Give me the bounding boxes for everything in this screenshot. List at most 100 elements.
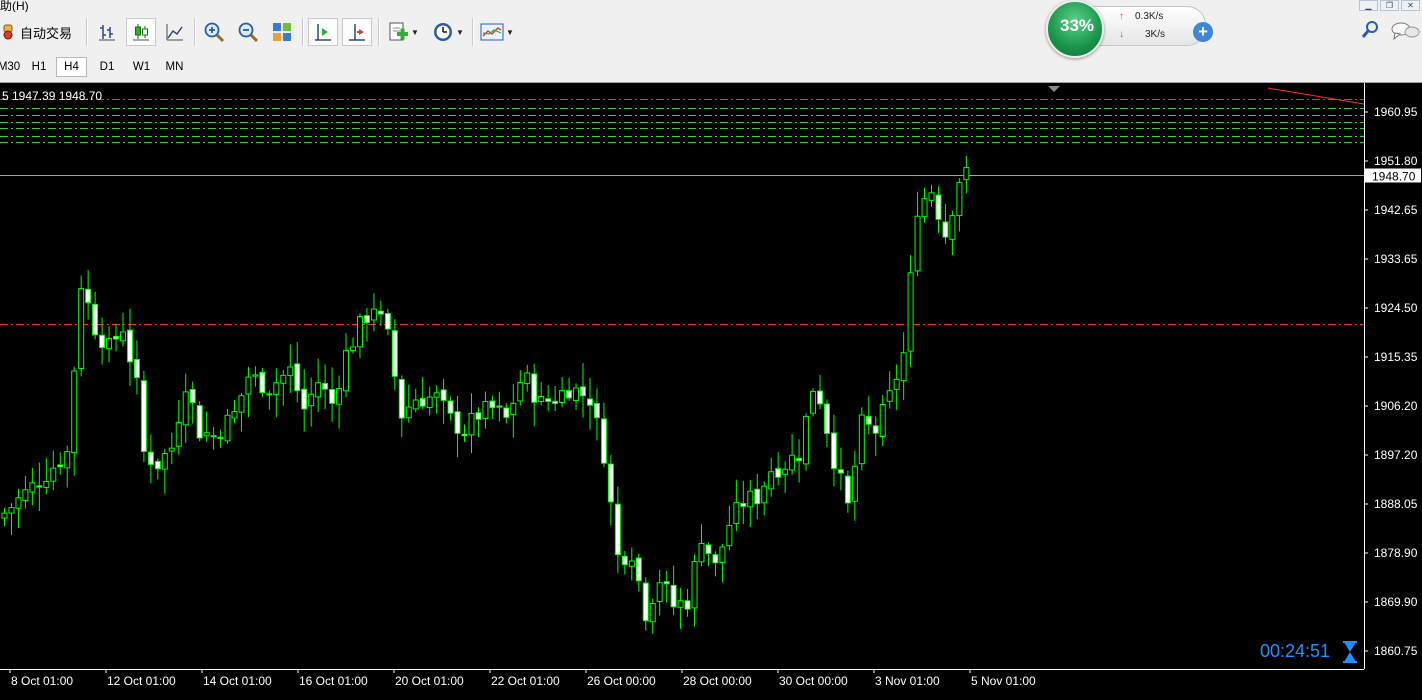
candle-body — [329, 388, 336, 404]
candle-body — [245, 376, 252, 395]
time-tick-label: 5 Nov 01:00 — [971, 674, 1036, 688]
candle-body — [475, 412, 482, 420]
candle-body — [600, 418, 607, 464]
candle-body — [126, 329, 133, 363]
candle-body — [384, 313, 391, 330]
price-tick-label: 1933.65 — [1374, 252, 1418, 266]
candle-body — [649, 603, 656, 623]
candle-body — [865, 415, 872, 425]
candle-body — [252, 374, 259, 377]
candle-body — [684, 600, 691, 610]
candle-body — [426, 396, 433, 409]
autotrade-icon — [3, 24, 13, 40]
toolbar-separator — [302, 18, 304, 46]
candle-body — [238, 395, 245, 413]
timeframe-button-h4[interactable]: H4 — [56, 57, 87, 77]
candle-body — [210, 435, 217, 438]
time-tick-label: 14 Oct 01:00 — [203, 674, 272, 688]
candle-body — [294, 363, 301, 392]
candle-body — [803, 415, 810, 465]
candle-body — [356, 316, 363, 348]
candle-body — [391, 330, 398, 377]
candle-body — [705, 544, 712, 554]
timeframe-button-mn[interactable]: MN — [159, 57, 190, 77]
candle-body — [900, 352, 907, 382]
candle-body — [147, 451, 154, 465]
candle-body — [614, 503, 621, 556]
tile-windows-button[interactable] — [268, 18, 296, 46]
menu-bar: 助(H) ▁ ❐ ✕ — [0, 0, 1422, 12]
price-tick-label: 1942.65 — [1374, 203, 1418, 217]
chat-icon[interactable] — [1390, 20, 1420, 42]
window-controls: ▁ ❐ ✕ — [1359, 0, 1420, 11]
candle-body — [503, 407, 510, 418]
candle-body — [301, 388, 308, 410]
candle-body — [545, 398, 552, 402]
candle-body — [524, 372, 531, 385]
restore-icon[interactable]: ❐ — [1380, 0, 1399, 11]
candle-body — [57, 464, 64, 468]
chart-shift-button[interactable] — [308, 18, 338, 46]
candle-body — [886, 390, 893, 402]
candle-body — [468, 412, 475, 436]
time-tick-label: 30 Oct 00:00 — [779, 674, 848, 688]
candle-body — [343, 350, 350, 392]
candle-body — [566, 390, 573, 399]
candle-body — [482, 400, 489, 420]
candle-body — [628, 560, 635, 567]
line-chart-button[interactable] — [162, 18, 188, 46]
zoom-in-icon — [204, 22, 225, 43]
memory-usage-circle[interactable]: 33% — [1046, 0, 1104, 58]
candle-body — [573, 387, 580, 402]
candle-body — [789, 454, 796, 471]
candle-body — [538, 395, 545, 403]
candle-body — [642, 582, 649, 622]
close-icon[interactable]: ✕ — [1401, 0, 1420, 11]
candle-body — [433, 392, 440, 398]
timeframe-button-d1[interactable]: D1 — [92, 57, 122, 77]
timeframe-button-m30[interactable]: M30 — [0, 57, 22, 77]
candle-body — [78, 288, 85, 370]
price-tick-label: 1878.90 — [1374, 546, 1418, 560]
timeframe-button-h1[interactable]: H1 — [25, 57, 53, 77]
candle-body — [280, 374, 287, 384]
price-tick-label: 1888.05 — [1374, 497, 1418, 511]
price-tick-label: 1924.50 — [1374, 301, 1418, 315]
timeframe-button-w1[interactable]: W1 — [126, 57, 157, 77]
candle-body — [419, 397, 426, 407]
add-indicator-button[interactable]: ▼ — [384, 18, 422, 46]
plus-icon[interactable]: + — [1193, 22, 1213, 42]
autotrade-button[interactable]: 自动交易 — [0, 18, 80, 46]
candle-body — [691, 561, 698, 609]
templates-button[interactable]: ▼ — [476, 18, 518, 46]
candle-body — [189, 388, 196, 404]
candle-body — [273, 382, 280, 396]
search-icon[interactable] — [1360, 20, 1380, 40]
autoscroll-button[interactable] — [342, 18, 372, 46]
menu-help[interactable]: 助(H) — [0, 0, 29, 12]
timeframe-toolbar: M30 H1 H4 D1 W1 MN — [0, 52, 1422, 83]
candle-body — [580, 386, 587, 397]
candlestick-chart-button[interactable] — [126, 18, 156, 46]
candle-body — [510, 402, 517, 416]
current-price-label: 1948.70 — [1372, 170, 1416, 184]
candle-body — [677, 600, 684, 608]
candle-body — [858, 414, 865, 465]
candle-body — [454, 411, 461, 434]
time-tick-label: 22 Oct 01:00 — [491, 674, 560, 688]
zoom-in-button[interactable] — [200, 18, 228, 46]
candle-body — [698, 543, 705, 563]
candle-body — [489, 400, 496, 409]
price-chart[interactable]: 1960.95 1951.80 1942.65 1933.65 1924.50 1915.… — [0, 83, 1422, 695]
zoom-out-button[interactable] — [234, 18, 262, 46]
bar-chart-button[interactable] — [94, 18, 120, 46]
candle-body — [196, 405, 203, 439]
time-tick-label: 8 Oct 01:00 — [11, 674, 73, 688]
candle-body — [405, 406, 412, 419]
chart-canvas[interactable]: 1960.95 1951.80 1942.65 1933.65 1924.50 1915.… — [0, 83, 1422, 695]
periods-button[interactable]: ▼ — [428, 18, 468, 46]
candle-body — [217, 436, 224, 439]
minimize-icon[interactable]: ▁ — [1359, 0, 1378, 11]
toolbar-separator — [194, 18, 196, 46]
price-tick-label: 1915.35 — [1374, 350, 1418, 364]
